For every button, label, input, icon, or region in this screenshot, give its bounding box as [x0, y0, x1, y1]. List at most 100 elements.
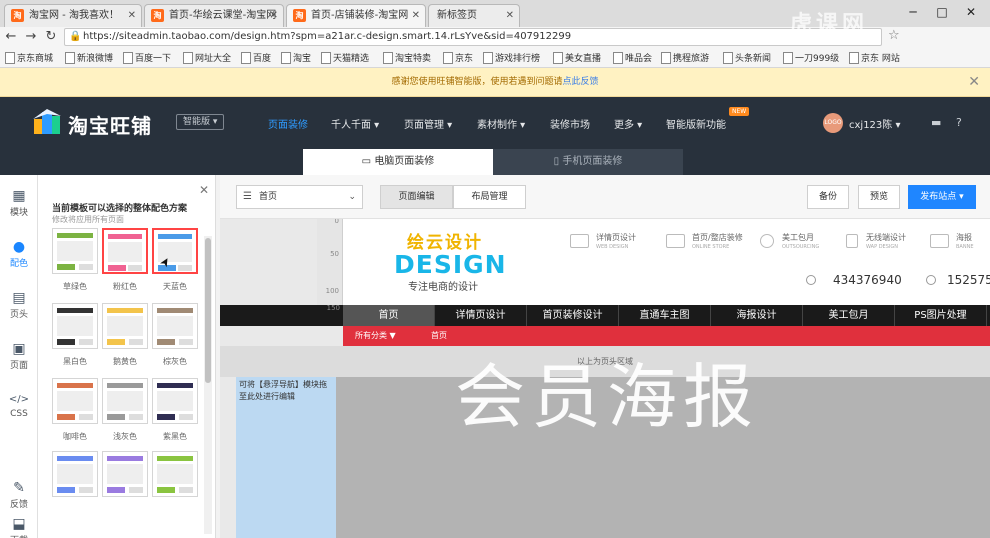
service-title: 美工包月	[782, 233, 814, 242]
preview-button[interactable]: 预览	[858, 185, 900, 209]
color-swatch[interactable]	[52, 303, 98, 349]
menu-page-decorate[interactable]: 页面装修	[268, 116, 308, 131]
nav-item[interactable]: 首页装修设计	[527, 305, 619, 326]
category-home-link[interactable]: 首页	[431, 326, 447, 346]
close-panel-icon[interactable]: ✕	[199, 183, 209, 197]
close-notice-icon[interactable]: ✕	[968, 68, 980, 97]
panel-scrollbar-thumb[interactable]	[205, 238, 211, 383]
nav-item[interactable]: PS图片处理	[895, 305, 987, 326]
bookmark-item[interactable]: 唯品会	[612, 51, 652, 64]
sidebar-item-css[interactable]: </> CSS	[0, 391, 38, 419]
editor-toolbar: ☰ 首页 ⌄ 页面编辑 布局管理 备份 预览 发布站点 ▾	[220, 175, 990, 219]
backup-button[interactable]: 备份	[807, 185, 849, 209]
maximize-icon[interactable]: □	[929, 3, 955, 21]
back-arrow-icon[interactable]: ←	[2, 28, 20, 46]
avatar[interactable]: LOGO	[823, 113, 843, 133]
bookmark-item[interactable]: 百度一下	[122, 51, 171, 64]
bookmark-item[interactable]: 游戏排行榜	[482, 51, 540, 64]
menu-market[interactable]: 装修市场	[550, 116, 590, 131]
color-swatch[interactable]	[102, 303, 148, 349]
color-swatch[interactable]	[52, 228, 98, 274]
message-icon[interactable]: ▬	[931, 116, 941, 129]
bookmark-item[interactable]: 京东 网站	[848, 51, 900, 64]
color-swatch[interactable]	[102, 451, 148, 497]
feedback-link[interactable]: 点此反馈	[563, 77, 599, 87]
bookmark-item[interactable]: 头条新闻	[722, 51, 771, 64]
bookmark-item[interactable]: 美女直播	[552, 51, 601, 64]
bookmark-item[interactable]: 天猫精选	[320, 51, 369, 64]
page-icon: ▣	[12, 341, 26, 357]
shop-header-preview[interactable]: 绘云设计 DESIGN 专注电商的设计 详情页设计 WEB DESIGN 首页/…	[343, 219, 990, 305]
url-input[interactable]: 🔒 https://siteadmin.taobao.com/design.ht…	[64, 28, 882, 46]
close-tab-icon[interactable]: ✕	[506, 5, 514, 26]
qq-icon	[806, 275, 816, 285]
minimize-icon[interactable]: ─	[900, 3, 926, 21]
username-dropdown[interactable]: cxj123陈 ▾	[849, 116, 900, 131]
bookmark-item[interactable]: 一刀999级	[782, 51, 839, 64]
bookmark-item[interactable]: 百度	[240, 51, 271, 64]
browser-tab-new[interactable]: 新标签页 ✕	[428, 4, 520, 27]
bookmark-item[interactable]: 淘宝	[280, 51, 311, 64]
menu-page-manage[interactable]: 页面管理 ▾	[404, 116, 452, 131]
tab-layout-manage[interactable]: 布局管理	[453, 185, 526, 209]
browser-tab-huayun[interactable]: 淘 首页-华绘云课堂-淘宝网 ✕	[144, 4, 284, 27]
nav-item[interactable]: 美工包月	[803, 305, 895, 326]
close-tab-icon[interactable]: ✕	[128, 5, 136, 26]
bookmark-item[interactable]: 网址大全	[182, 51, 231, 64]
menu-personalize[interactable]: 千人千面 ▾	[331, 116, 379, 131]
menu-more[interactable]: 更多 ▾	[614, 116, 642, 131]
close-tab-icon[interactable]: ✕	[270, 5, 278, 26]
close-tab-icon[interactable]: ✕	[412, 5, 420, 26]
color-swatch[interactable]	[152, 303, 198, 349]
nav-item[interactable]: 详情页设计	[435, 305, 527, 326]
new-tab-button[interactable]	[522, 4, 544, 27]
color-swatch[interactable]	[152, 451, 198, 497]
floating-nav-dropzone[interactable]: 可将【悬浮导航】模块拖至此处进行编辑	[236, 377, 336, 538]
close-window-icon[interactable]: ✕	[958, 3, 984, 21]
color-swatch[interactable]	[102, 378, 148, 424]
color-swatch[interactable]	[52, 451, 98, 497]
menu-material[interactable]: 素材制作 ▾	[477, 116, 525, 131]
service-title: 首页/整店装修	[692, 233, 743, 242]
publish-button[interactable]: 发布站点 ▾	[908, 185, 976, 209]
all-categories-dropdown[interactable]: 所有分类 ▼	[355, 326, 396, 346]
swatch-accent	[107, 487, 125, 493]
nav-item[interactable]: 海报设计	[711, 305, 803, 326]
url-text: https://siteadmin.taobao.com/design.htm?…	[83, 31, 572, 42]
page-select[interactable]: ☰ 首页 ⌄	[236, 185, 363, 209]
color-swatch[interactable]	[102, 228, 148, 274]
feedback-notice: 感谢您使用旺铺智能版，使用若遇到问题请点此反馈 ✕	[0, 68, 990, 97]
edition-dropdown[interactable]: 智能版 ▾	[176, 114, 225, 130]
help-icon[interactable]: ?	[956, 116, 962, 129]
reload-icon[interactable]: ↻	[42, 28, 60, 46]
bookmark-item[interactable]: 新浪微博	[64, 51, 113, 64]
browser-tab-shop-decorate[interactable]: 淘 首页-店铺装修-淘宝网 ✕	[286, 4, 426, 27]
bookmark-item[interactable]: 淘宝特卖	[382, 51, 431, 64]
forward-arrow-icon[interactable]: →	[22, 28, 40, 46]
sidebar-item-label: 页面	[9, 361, 28, 371]
sidebar-item-download[interactable]: ⬓ 下载	[0, 515, 38, 538]
tab-page-edit[interactable]: 页面编辑	[380, 185, 453, 209]
taobao-favicon-icon: 淘	[11, 9, 24, 22]
bookmark-item[interactable]: 京东商城	[4, 51, 53, 64]
sidebar-item-feedback[interactable]: ✎ 反馈	[0, 479, 38, 510]
bookmark-item[interactable]: 携程旅游	[660, 51, 709, 64]
swatch-label: 草绿色	[63, 282, 87, 291]
browser-tab-taobao[interactable]: 淘 淘宝网 - 淘我喜欢！ ✕	[4, 4, 142, 27]
nav-item[interactable]: 直通车主图	[619, 305, 711, 326]
color-swatch[interactable]	[152, 378, 198, 424]
menu-new-features[interactable]: 智能版新功能	[666, 116, 726, 131]
bookmark-item[interactable]: 京东	[442, 51, 473, 64]
nav-item-home[interactable]: 首页	[343, 305, 435, 326]
bookmark-star-icon[interactable]: ☆	[888, 28, 900, 43]
sidebar-item-header[interactable]: ▤ 页头	[0, 289, 38, 320]
sidebar-item-colors[interactable]: ● 配色	[0, 238, 38, 269]
tab-mobile-decorate[interactable]: ▯ 手机页面装修	[493, 149, 683, 175]
service-title: 无线端设计	[866, 233, 906, 242]
color-swatch[interactable]	[152, 228, 198, 274]
sidebar-item-modules[interactable]: ▦ 模块	[0, 187, 38, 218]
tab-pc-decorate[interactable]: ▭ 电脑页面装修	[303, 149, 493, 175]
sidebar-item-page[interactable]: ▣ 页面	[0, 340, 38, 371]
color-swatch[interactable]	[52, 378, 98, 424]
grid-icon: ▦	[12, 188, 26, 204]
